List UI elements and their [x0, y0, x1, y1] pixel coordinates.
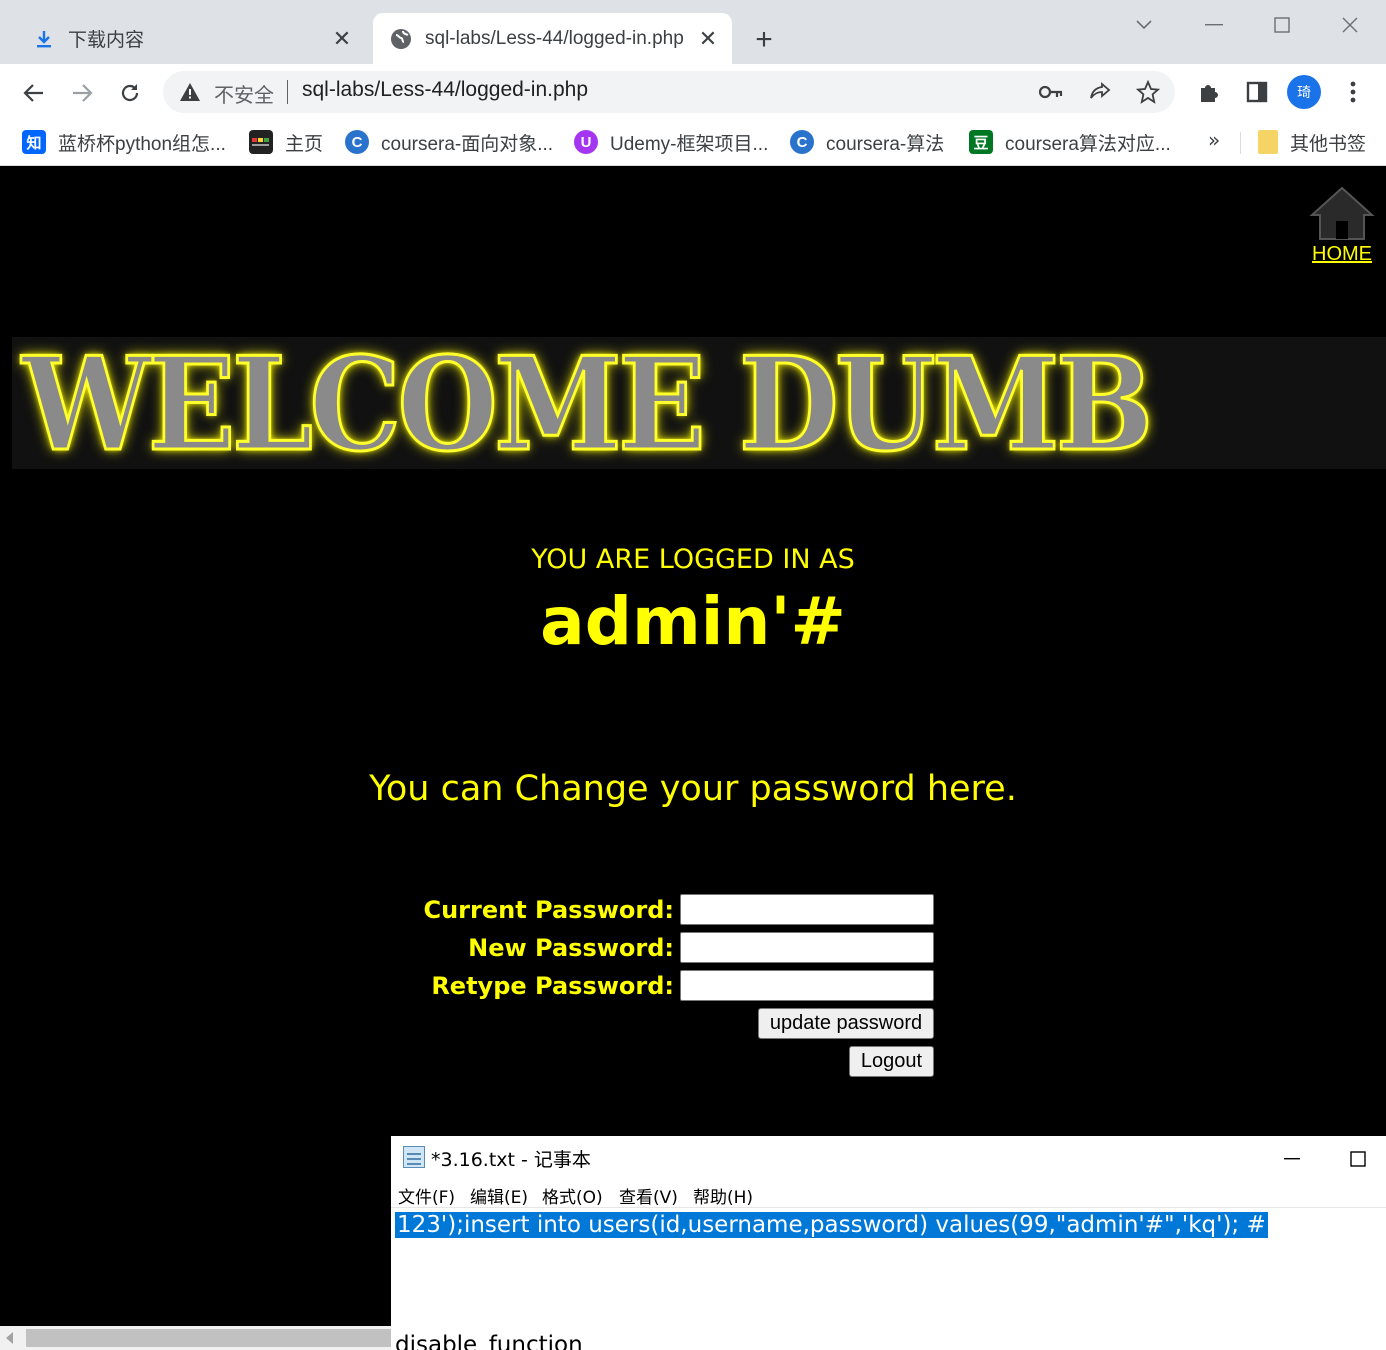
bookmark-label: Udemy-框架项目...	[610, 133, 769, 155]
logged-in-label: YOU ARE LOGGED IN AS	[531, 544, 855, 575]
download-icon	[32, 27, 56, 51]
current-password-label: Current Password:	[423, 896, 674, 924]
browser-toolbar: 不安全 sql-labs/Less-44/logged-in.php 琦	[0, 64, 1386, 120]
menu-format[interactable]: 格式(O)	[542, 1183, 603, 1208]
notepad-menubar: 文件(F) 编辑(E) 格式(O) 查看(V) 帮助(H)	[391, 1182, 1386, 1208]
bookmark-item[interactable]: 豆 coursera算法对应...	[969, 128, 1171, 156]
bookmark-item[interactable]: C coursera-算法	[790, 128, 944, 156]
notepad-window: *3.16.txt - 记事本 文件(F) 编辑(E) 格式(O) 查看(V) …	[391, 1136, 1386, 1350]
more-menu-icon[interactable]	[1338, 77, 1368, 107]
coursera-icon: C	[790, 130, 814, 154]
bookmark-item[interactable]: C coursera-面向对象...	[345, 128, 553, 156]
new-tab-button[interactable]: +	[748, 23, 780, 56]
new-password-row: New Password:	[380, 932, 936, 964]
bookmark-label: 蓝桥杯python组怎...	[58, 133, 226, 155]
bookmark-label: coursera-面向对象...	[381, 133, 554, 155]
zhihu-icon: 知	[22, 130, 46, 154]
bookmark-item[interactable]: 主页	[249, 128, 323, 156]
logout-button[interactable]: Logout	[849, 1046, 934, 1077]
forward-arrow-icon[interactable]	[65, 76, 99, 110]
banner-text: WELCOME DUMB	[21, 337, 1155, 470]
udemy-icon: U	[574, 130, 598, 154]
back-arrow-icon[interactable]	[17, 76, 51, 110]
url-text[interactable]: sql-labs/Less-44/logged-in.php	[302, 78, 588, 102]
new-password-input[interactable]	[680, 932, 934, 963]
tab-sql-labs[interactable]: sql-labs/Less-44/logged-in.php ✕	[373, 13, 732, 64]
security-label[interactable]: 不安全	[214, 79, 274, 108]
home-icon	[1309, 186, 1375, 240]
tab-strip: 下载内容 ✕ sql-labs/Less-44/logged-in.php ✕ …	[0, 0, 1386, 64]
selected-text-line[interactable]: 123');insert into users(id,username,pass…	[395, 1212, 1268, 1238]
welcome-banner: WELCOME DUMB	[12, 337, 1386, 469]
bookmark-label: 其他书签	[1290, 133, 1367, 155]
tab-title: sql-labs/Less-44/logged-in.php	[425, 27, 684, 49]
douban-icon: 豆	[969, 130, 993, 154]
star-icon[interactable]	[1135, 79, 1161, 105]
minimize-icon[interactable]	[1277, 1144, 1307, 1174]
tab-search-icon[interactable]	[1124, 10, 1164, 40]
notepad-title: *3.16.txt - 记事本	[431, 1149, 591, 1171]
maximize-icon[interactable]	[1343, 1144, 1373, 1174]
maximize-icon[interactable]	[1262, 10, 1302, 40]
homepage-icon	[249, 130, 273, 154]
tab-downloads[interactable]: 下载内容 ✕	[16, 13, 366, 64]
horizontal-scrollbar[interactable]	[0, 1326, 391, 1350]
tab-title: 下载内容	[68, 30, 145, 51]
address-bar[interactable]: 不安全 sql-labs/Less-44/logged-in.php	[163, 71, 1175, 113]
menu-edit[interactable]: 编辑(E)	[470, 1183, 528, 1208]
home-link[interactable]: HOME	[1306, 185, 1378, 266]
home-label[interactable]: HOME	[1306, 243, 1378, 266]
bookmark-label: 主页	[285, 133, 324, 155]
coursera-icon: C	[345, 130, 369, 154]
scrollbar-thumb[interactable]	[26, 1329, 391, 1347]
side-panel-icon[interactable]	[1242, 77, 1272, 107]
extensions-icon[interactable]	[1194, 77, 1224, 107]
profile-avatar[interactable]: 琦	[1287, 75, 1321, 109]
bookmark-label: coursera算法对应...	[1005, 133, 1171, 155]
notepad-icon	[403, 1146, 425, 1168]
menu-view[interactable]: 查看(V)	[619, 1183, 678, 1208]
globe-icon	[389, 27, 413, 51]
bookmark-label: coursera-算法	[826, 133, 945, 155]
new-password-label: New Password:	[468, 934, 674, 962]
close-icon[interactable]: ✕	[330, 26, 354, 51]
scroll-left-icon[interactable]	[6, 1332, 13, 1344]
bookmarks-bar: 知 蓝桥杯python组怎... 主页 C coursera-面向对象... U…	[0, 120, 1386, 166]
close-icon[interactable]: ✕	[696, 26, 720, 51]
share-icon[interactable]	[1087, 79, 1113, 105]
retype-password-label: Retype Password:	[431, 972, 674, 1000]
bookmark-item[interactable]: U Udemy-框架项目...	[574, 128, 768, 156]
minimize-icon[interactable]	[1194, 10, 1234, 40]
key-icon[interactable]	[1038, 79, 1064, 105]
retype-password-input[interactable]	[680, 970, 934, 1001]
text-line[interactable]: disable_function	[395, 1332, 583, 1350]
window-close-icon[interactable]	[1330, 10, 1370, 40]
retype-password-row: Retype Password:	[380, 970, 936, 1002]
current-password-row: Current Password:	[380, 894, 936, 926]
other-bookmarks-folder[interactable]: 其他书签	[1258, 128, 1366, 156]
logged-in-username: admin'#	[540, 583, 846, 660]
reload-icon[interactable]	[113, 76, 147, 110]
menu-help[interactable]: 帮助(H)	[693, 1183, 753, 1208]
warning-icon[interactable]	[179, 81, 201, 103]
bookmarks-overflow-button[interactable]: »	[1208, 128, 1220, 152]
bookmark-item[interactable]: 知 蓝桥杯python组怎...	[22, 128, 226, 156]
notepad-editor[interactable]: 123');insert into users(id,username,pass…	[391, 1210, 1386, 1350]
notepad-titlebar[interactable]: *3.16.txt - 记事本	[391, 1136, 1386, 1178]
update-password-button[interactable]: update password	[758, 1008, 934, 1039]
bookmarks-divider	[1240, 132, 1241, 154]
current-password-input[interactable]	[680, 894, 934, 925]
omnibox-divider	[287, 80, 288, 104]
folder-icon	[1258, 130, 1278, 154]
menu-file[interactable]: 文件(F)	[398, 1183, 455, 1208]
change-password-message: You can Change your password here.	[369, 769, 1017, 809]
